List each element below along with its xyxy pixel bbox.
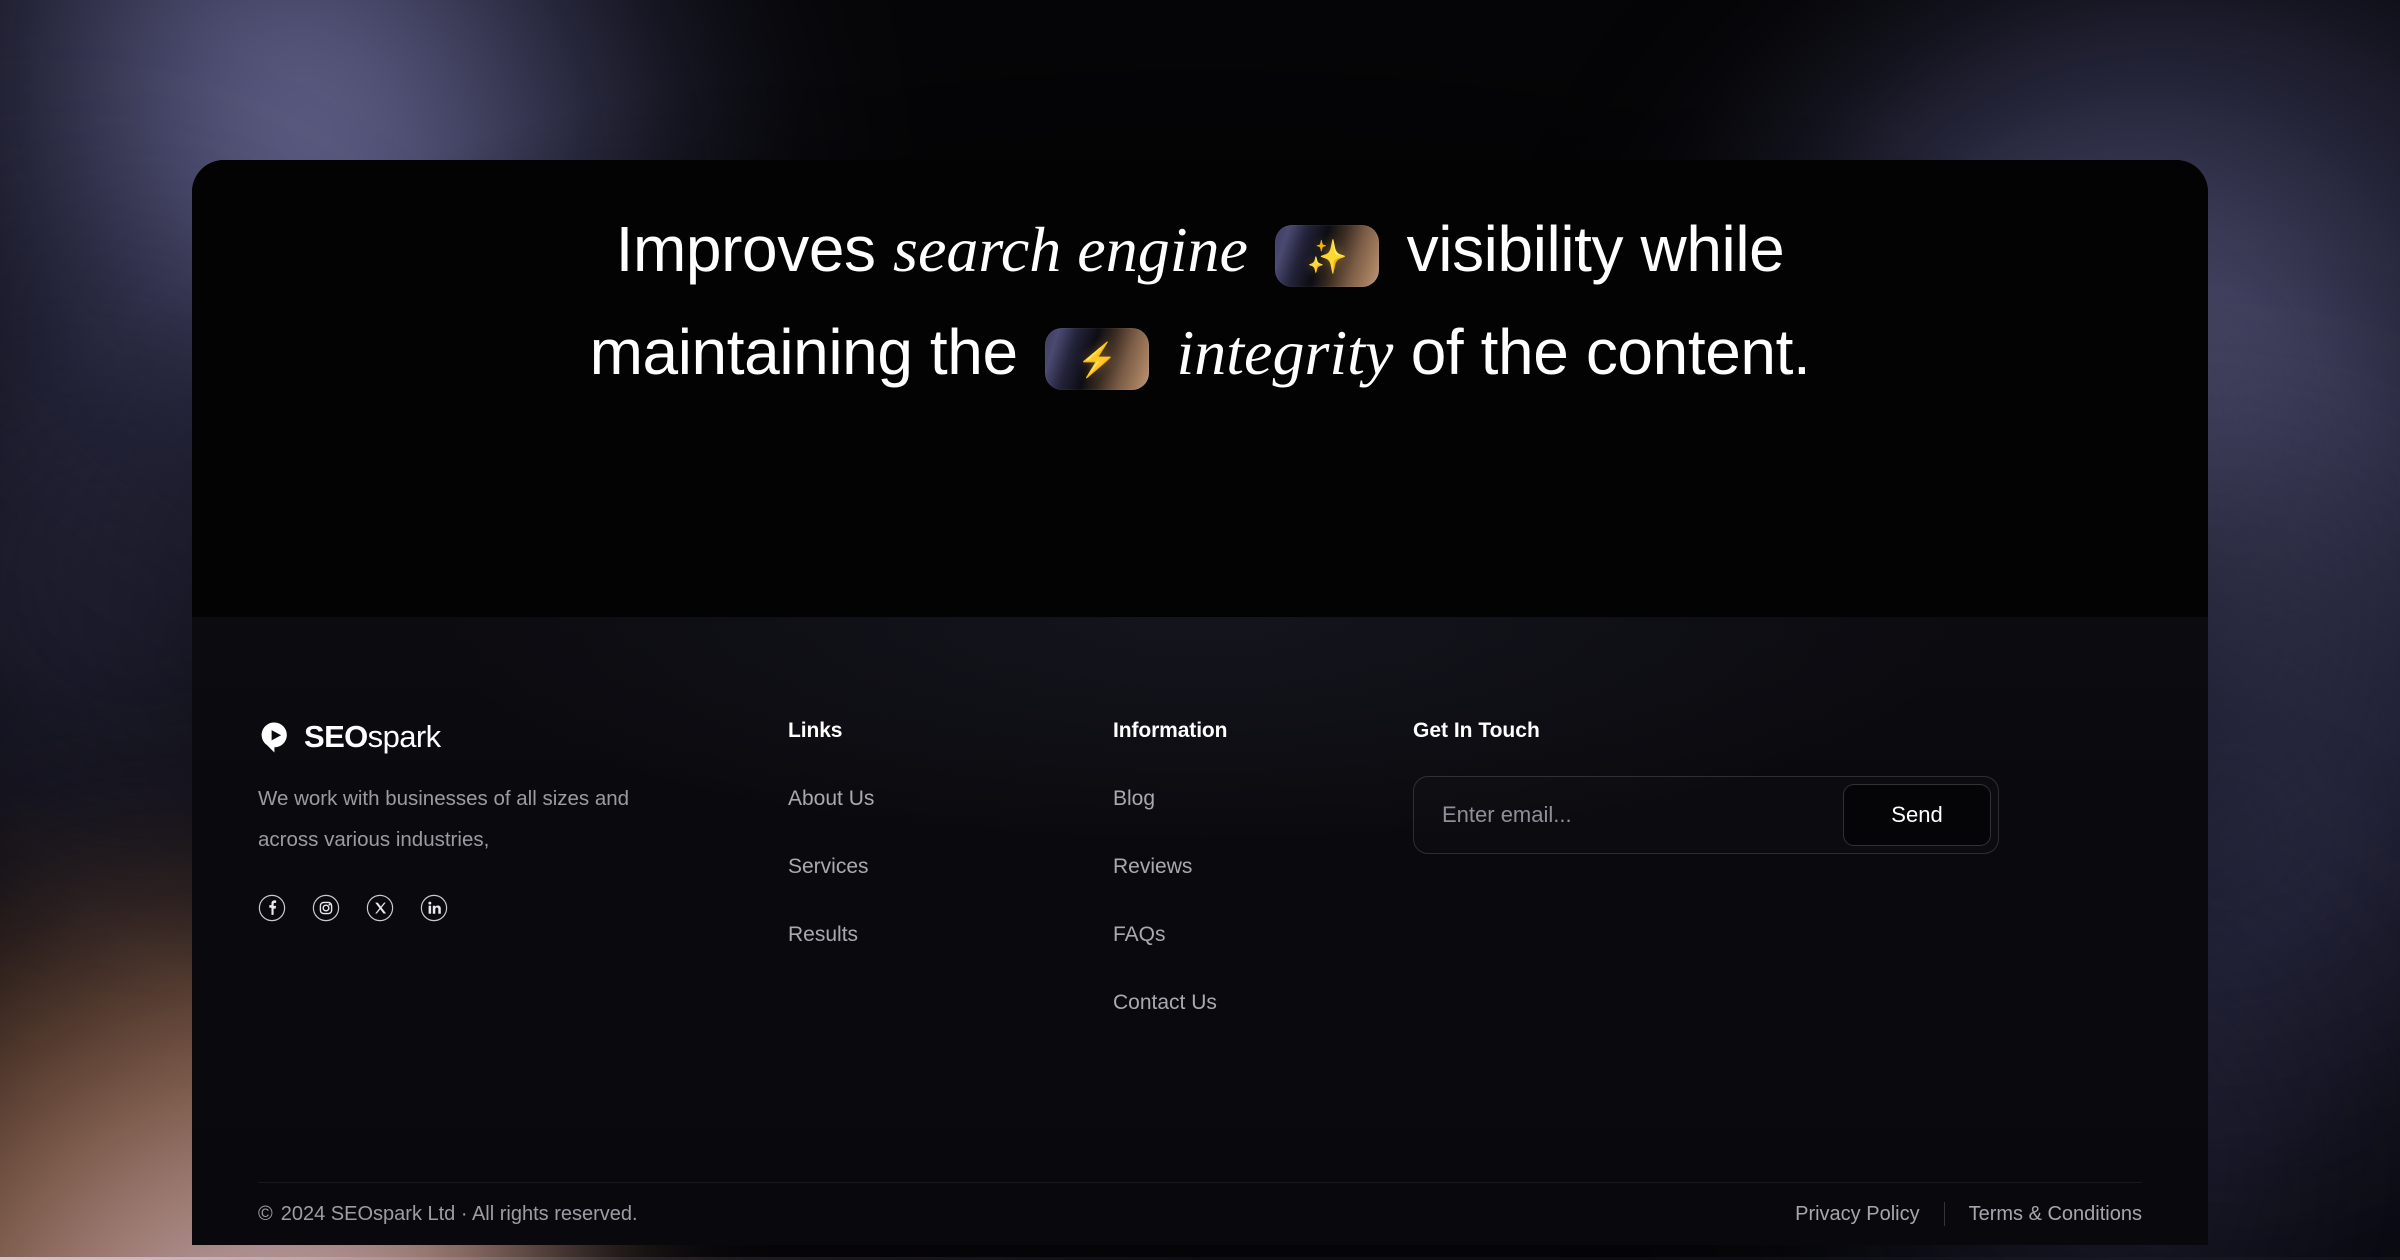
- brand-name-bold: SEO: [304, 719, 368, 754]
- brand-logo[interactable]: SEOspark: [258, 719, 788, 755]
- footer-link-contact-us[interactable]: Contact Us: [1113, 991, 1413, 1015]
- footer-brand-column: SEOspark We work with businesses of all …: [258, 719, 788, 1015]
- page-shell: Improves search engine ✨ visibility whil…: [192, 160, 2208, 1245]
- email-input[interactable]: [1442, 802, 1843, 828]
- footer-link-reviews[interactable]: Reviews: [1113, 855, 1413, 879]
- hero-section: Improves search engine ✨ visibility whil…: [192, 160, 2208, 617]
- footer-columns: SEOspark We work with businesses of all …: [258, 617, 2142, 1015]
- footer-link-results[interactable]: Results: [788, 923, 1113, 947]
- instagram-icon[interactable]: [312, 894, 340, 922]
- brand-description: We work with businesses of all sizes and…: [258, 787, 630, 851]
- information-column-title: Information: [1113, 719, 1228, 742]
- footer-link-services[interactable]: Services: [788, 855, 1113, 879]
- links-column-list: About Us Services Results: [788, 787, 1113, 947]
- footer-information-column: Information Blog Reviews FAQs Contact Us: [1113, 719, 1413, 1015]
- lightning-icon: ⚡: [1076, 340, 1118, 378]
- footer-get-in-touch-column: Get In Touch Send: [1413, 719, 2142, 1015]
- linkedin-icon[interactable]: [420, 894, 448, 922]
- brand-name-thin: spark: [367, 719, 441, 754]
- headline-segment-1: Improves: [615, 213, 876, 285]
- copyright-text: © 2024 SEOspark Ltd · All rights reserve…: [258, 1203, 638, 1226]
- privacy-policy-link[interactable]: Privacy Policy: [1795, 1203, 1919, 1226]
- headline-segment-italic-2: integrity: [1176, 317, 1394, 388]
- legal-links: Privacy Policy Terms & Conditions: [1795, 1202, 2142, 1226]
- hero-headline: Improves search engine ✨ visibility whil…: [530, 198, 1870, 404]
- legal-separator: [1943, 1202, 1945, 1226]
- footer-link-blog[interactable]: Blog: [1113, 787, 1413, 811]
- x-twitter-icon[interactable]: [366, 894, 394, 922]
- footer-bottom-bar: © 2024 SEOspark Ltd · All rights reserve…: [258, 1183, 2142, 1245]
- information-column-list: Blog Reviews FAQs Contact Us: [1113, 787, 1413, 1015]
- footer-links-column: Links About Us Services Results: [788, 719, 1113, 1015]
- send-button[interactable]: Send: [1843, 784, 1991, 846]
- sparkles-emoji-tile: ✨: [1275, 225, 1380, 287]
- headline-segment-3: of the content.: [1410, 316, 1811, 388]
- site-footer: SEOspark We work with businesses of all …: [192, 617, 2208, 1245]
- copyright-line: 2024 SEOspark Ltd · All rights reserved.: [280, 1202, 638, 1225]
- lightning-emoji-tile: ⚡: [1045, 328, 1150, 390]
- headline-segment-italic-1: search engine: [893, 214, 1248, 285]
- footer-link-faqs[interactable]: FAQs: [1113, 923, 1413, 947]
- links-column-title: Links: [788, 719, 843, 742]
- social-links: [258, 894, 788, 922]
- get-in-touch-title: Get In Touch: [1413, 719, 1540, 742]
- seospark-pin-play-logo-icon: [261, 722, 287, 752]
- footer-link-about-us[interactable]: About Us: [788, 787, 1113, 811]
- copyright-symbol-icon: ©: [258, 1202, 273, 1225]
- newsletter-form: Send: [1413, 776, 1999, 854]
- sparkles-icon: ✨: [1306, 237, 1348, 275]
- terms-conditions-link[interactable]: Terms & Conditions: [1969, 1203, 2142, 1226]
- facebook-icon[interactable]: [258, 894, 286, 922]
- brand-name: SEOspark: [304, 719, 441, 755]
